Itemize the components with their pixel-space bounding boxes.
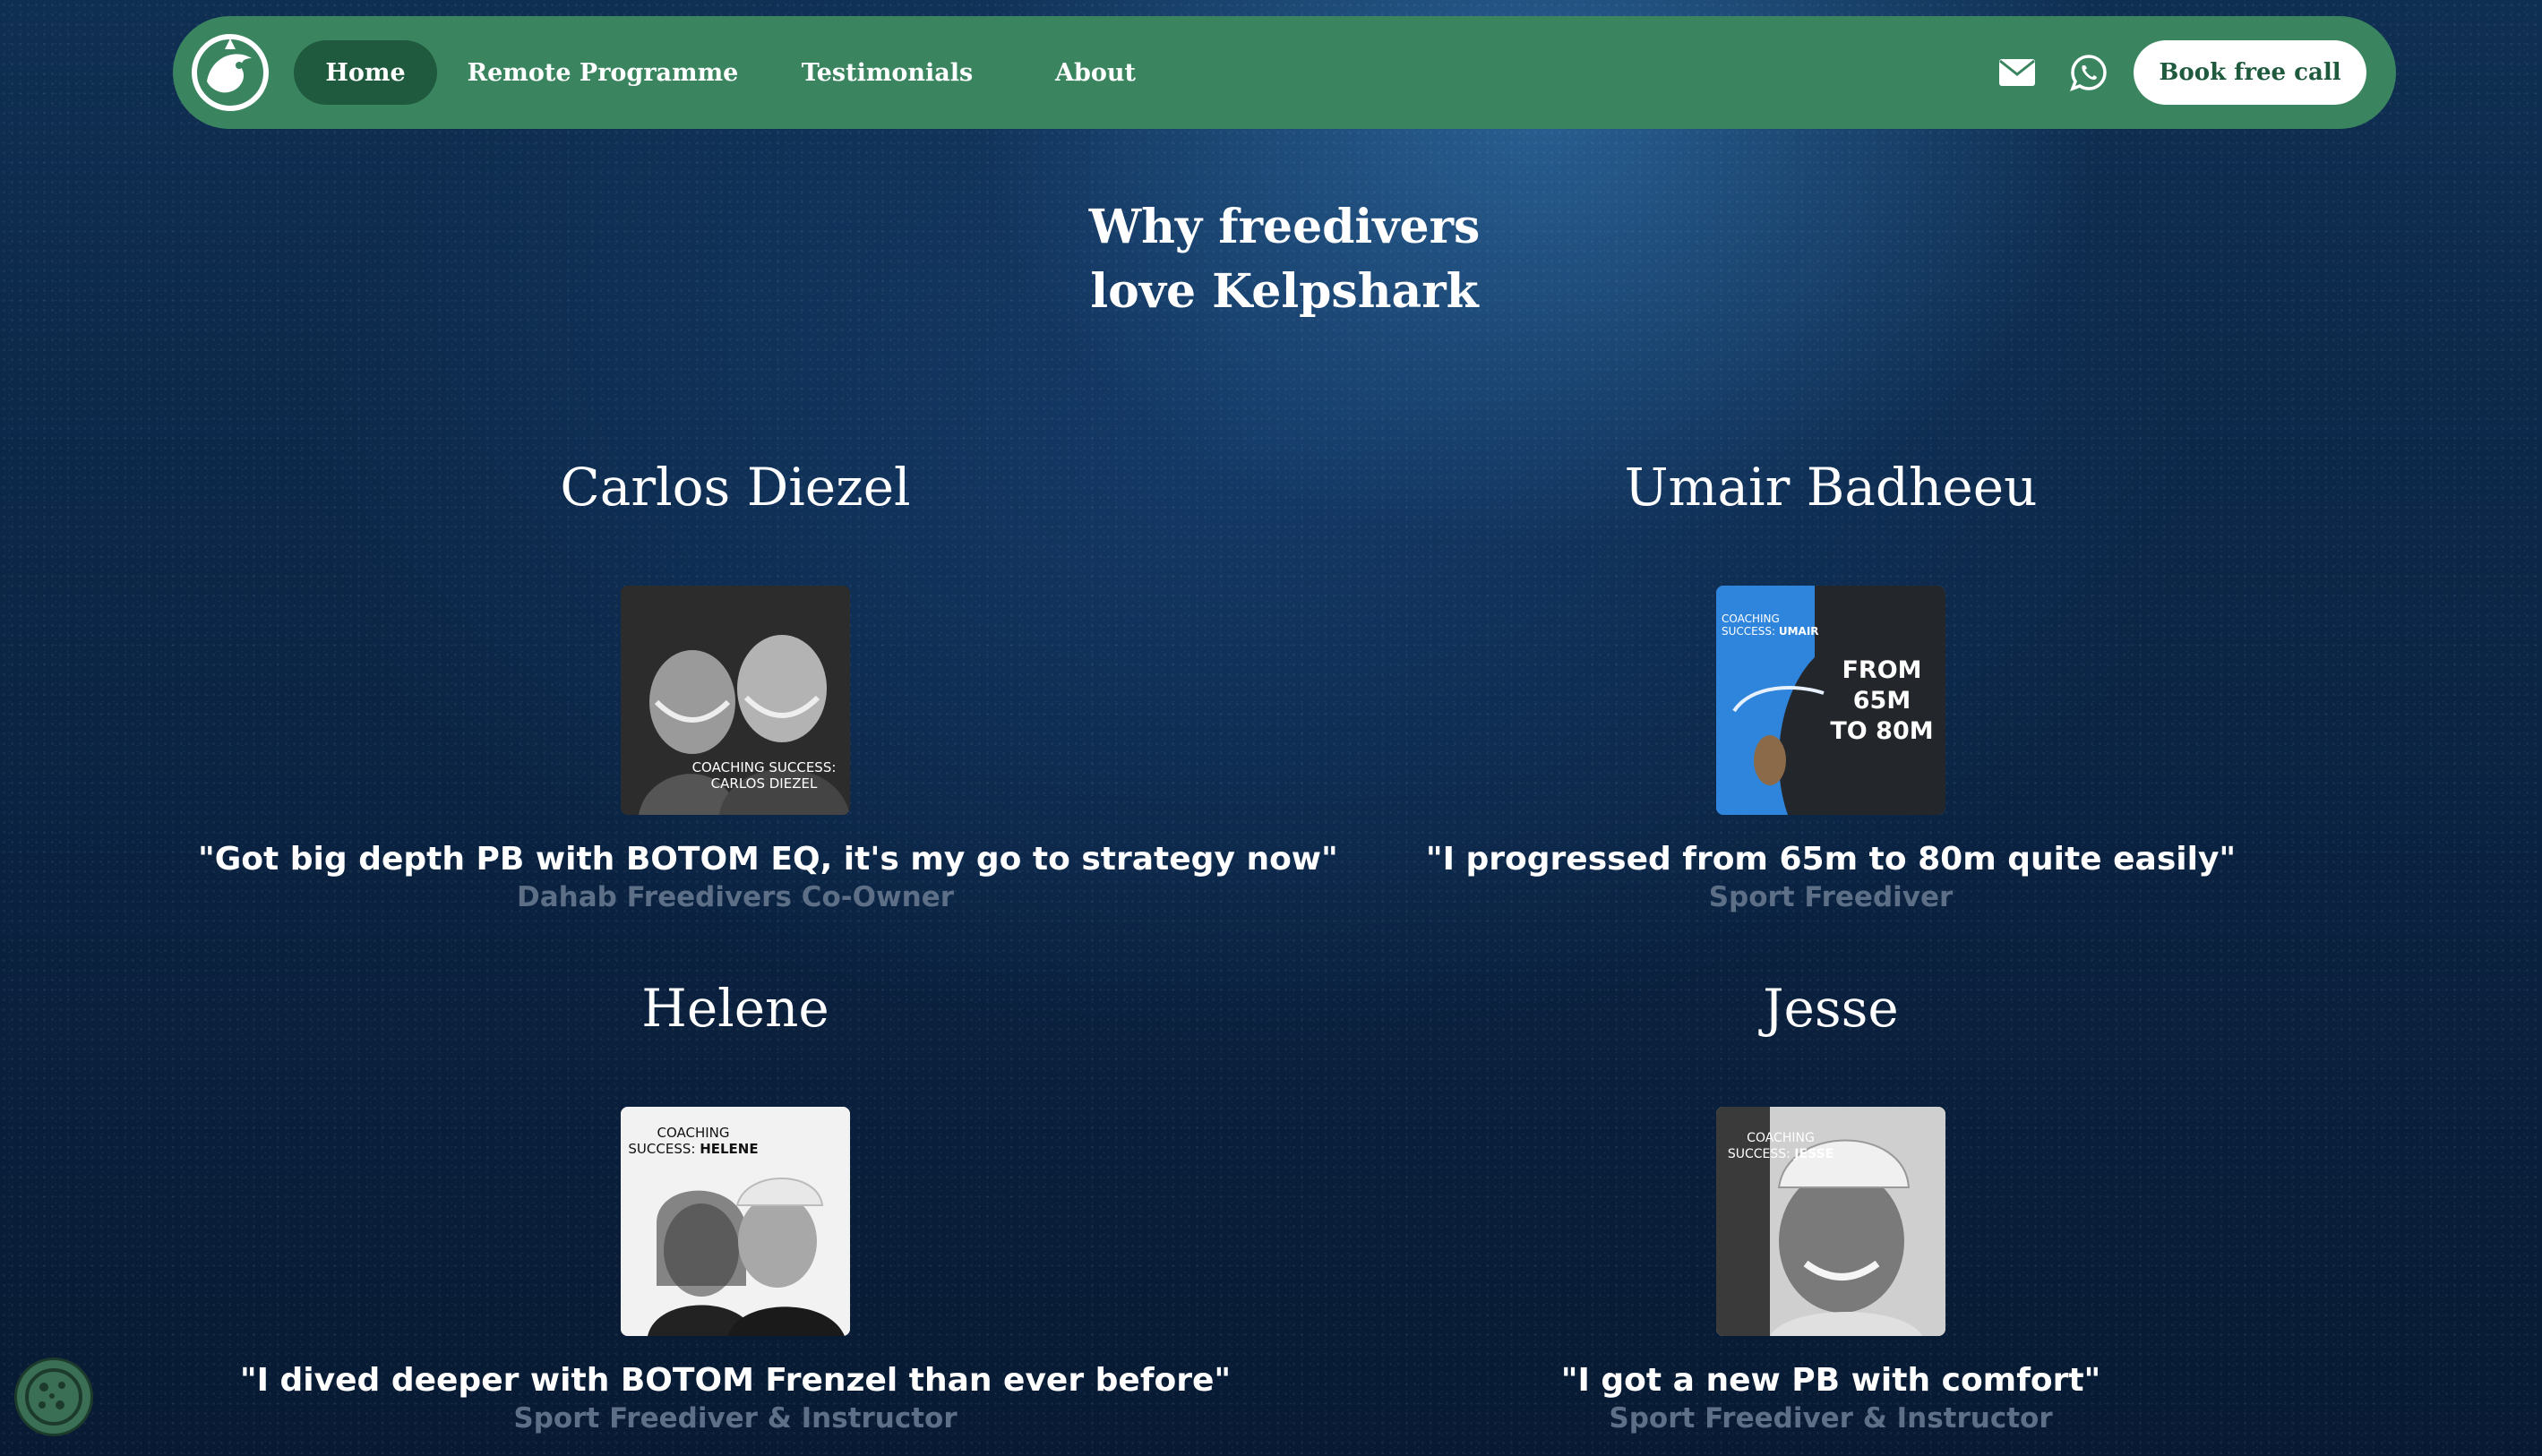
photo-caption-name: JESSE xyxy=(1794,1147,1834,1161)
nav-home[interactable]: Home xyxy=(294,40,437,105)
photo-caption-line: SUCCESS: HELENE xyxy=(628,1141,759,1157)
mail-icon[interactable] xyxy=(1997,52,2038,93)
testimonial-role: Sport Freediver xyxy=(1708,881,1954,913)
testimonial-quote: "I dived deeper with BOTOM Frenzel than … xyxy=(239,1362,1232,1399)
photo-overlay-line: TO 80M xyxy=(1830,717,1934,745)
photo-caption-line: COACHING xyxy=(657,1125,730,1141)
testimonial-quote: "I progressed from 65m to 80m quite easi… xyxy=(1425,841,2237,878)
nav-remote-programme[interactable]: Remote Programme xyxy=(468,40,739,105)
photo-caption-line: SUCCESS: UMAIR xyxy=(1722,625,1819,638)
photo-caption-line: SUCCESS: JESSE xyxy=(1727,1147,1834,1161)
testimonial-card: Jesse COACHING SUCCESS: JESSE "I got a n… xyxy=(1293,976,2368,1436)
photo-caption-line: CARLOS DIEZEL xyxy=(710,775,818,792)
testimonial-photo: COACHING SUCCESS: JESSE xyxy=(1716,1107,1945,1336)
top-navbar: Home Remote Programme Testimonials About… xyxy=(173,16,2396,129)
photo-overlay-text: FROM 65M TO 80M xyxy=(1815,655,1945,747)
testimonial-photo: COACHING SUCCESS: UMAIR FROM 65M TO 80M xyxy=(1716,586,1945,815)
cookie-settings-button[interactable] xyxy=(14,1358,93,1436)
testimonial-quote: "I got a new PB with comfort" xyxy=(1560,1362,2101,1399)
kelpshark-logo-icon[interactable] xyxy=(186,29,274,116)
testimonial-name: Carlos Diezel xyxy=(560,457,911,518)
testimonial-photo: COACHING SUCCESS: CARLOS DIEZEL xyxy=(621,586,850,815)
testimonial-card: Helene COACHING SUCCESS: HELENE "I dived… xyxy=(198,976,1273,1436)
photo-caption: COACHING SUCCESS: HELENE xyxy=(626,1125,760,1157)
section-title: Why freedivers love Kelpshark xyxy=(913,195,1656,324)
testimonial-card: Carlos Diezel COACHING SUCCESS: CARLOS D… xyxy=(198,455,1338,915)
photo-caption-line: COACHING SUCCESS: xyxy=(691,759,837,775)
photo-caption-name: HELENE xyxy=(700,1141,759,1157)
photo-caption: COACHING SUCCESS: UMAIR xyxy=(1722,612,1819,638)
nav-testimonials[interactable]: Testimonials xyxy=(800,40,975,105)
photo-caption-name: UMAIR xyxy=(1778,625,1819,638)
whatsapp-icon[interactable] xyxy=(2068,52,2109,93)
section-title-line-1: Why freedivers xyxy=(1088,200,1481,254)
testimonial-name: Jesse xyxy=(1763,978,1899,1039)
testimonial-role: Dahab Freedivers Co-Owner xyxy=(516,881,955,913)
photo-caption-line: COACHING xyxy=(1747,1131,1815,1145)
photo-caption: COACHING SUCCESS: JESSE xyxy=(1718,1130,1843,1162)
testimonial-card: Umair Badheeu COACHING SUCCESS: UMAIR FR… xyxy=(1293,455,2368,915)
testimonial-role: Sport Freediver & Instructor xyxy=(1609,1402,2053,1435)
testimonial-name: Helene xyxy=(641,978,829,1039)
photo-overlay-line: FROM 65M xyxy=(1842,656,1922,715)
testimonial-role: Sport Freediver & Instructor xyxy=(513,1402,958,1435)
book-free-call-button[interactable]: Book free call xyxy=(2134,40,2366,105)
section-title-line-2: love Kelpshark xyxy=(1090,264,1479,319)
cookie-icon xyxy=(25,1368,82,1426)
photo-caption: COACHING SUCCESS: CARLOS DIEZEL xyxy=(683,759,845,792)
testimonial-photo: COACHING SUCCESS: HELENE xyxy=(621,1107,850,1336)
photo-caption-line: COACHING xyxy=(1722,612,1780,625)
testimonial-quote: "Got big depth PB with BOTOM EQ, it's my… xyxy=(198,841,1338,878)
testimonial-name: Umair Badheeu xyxy=(1624,457,2038,518)
nav-about[interactable]: About xyxy=(1046,40,1145,105)
